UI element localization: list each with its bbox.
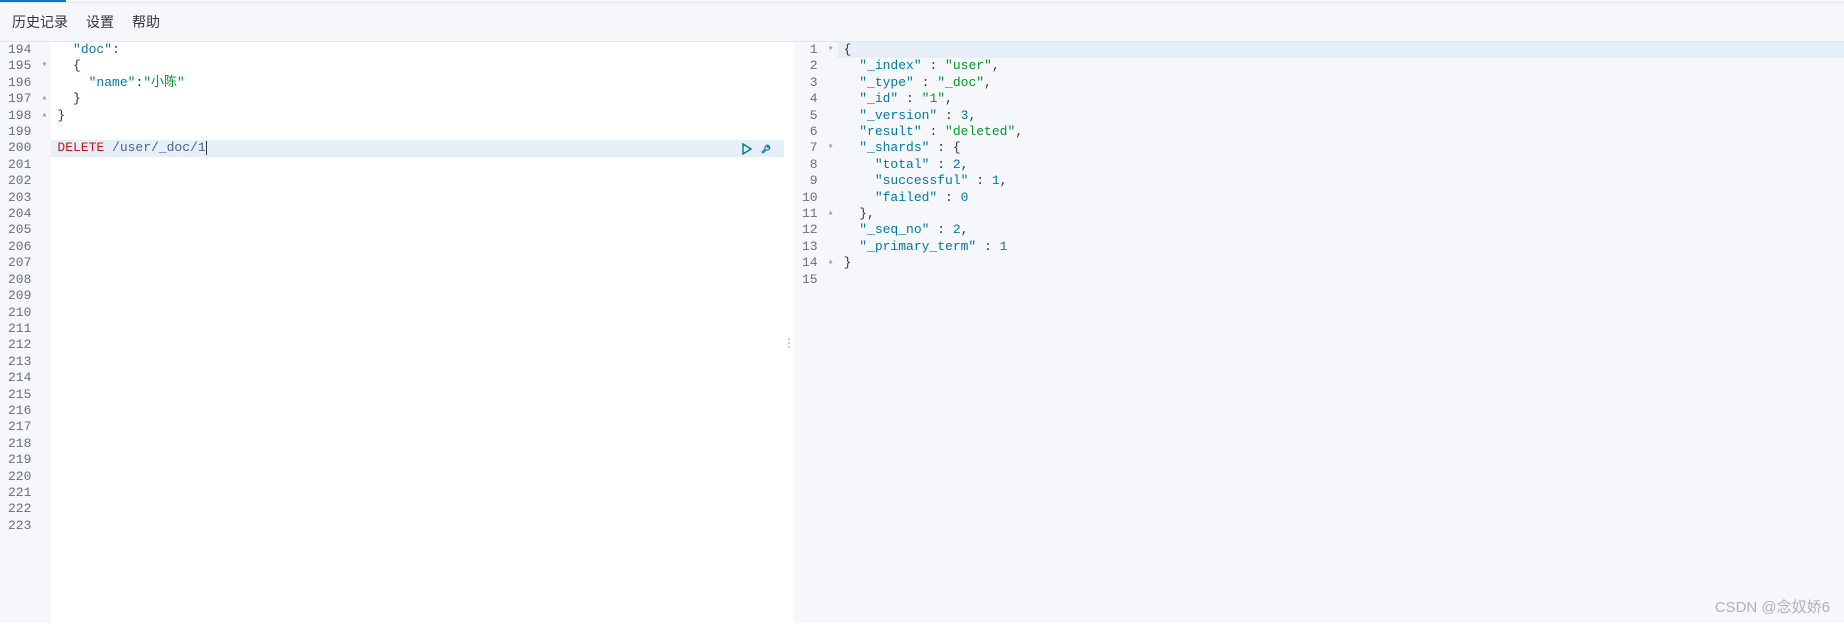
code-line[interactable]: DELETE /user/_doc/1 — [57, 140, 784, 156]
watermark: CSDN @念奴娇6 — [1715, 596, 1830, 617]
request-editor[interactable]: 194 195 196 197 198 199 200 201 202 203 … — [0, 42, 784, 623]
code-line[interactable] — [57, 386, 784, 402]
code-line[interactable] — [57, 403, 784, 419]
code-line[interactable] — [57, 452, 784, 468]
code-line[interactable]: "doc": — [57, 42, 784, 58]
toolbar-settings[interactable]: 设置 — [86, 12, 114, 32]
response-line-gutter: 1 2 3 4 5 6 7 8 9 10 11 12 13 14 15 — [794, 42, 824, 623]
code-line[interactable]: } — [57, 108, 784, 124]
code-line[interactable] — [57, 517, 784, 533]
code-line[interactable] — [57, 288, 784, 304]
code-line: "failed" : 0 — [844, 190, 1844, 206]
code-line: }, — [844, 206, 1844, 222]
code-line[interactable] — [57, 190, 784, 206]
toolbar-history[interactable]: 历史记录 — [12, 12, 68, 32]
code-line: } — [844, 255, 1844, 271]
response-code: { "_index" : "user", "_type" : "_doc", "… — [838, 42, 1844, 623]
code-line[interactable]: } — [57, 91, 784, 107]
response-fold-gutter: ▾ ▾ ▴ ▴ — [824, 42, 838, 623]
code-line[interactable] — [57, 370, 784, 386]
code-line: "result" : "deleted", — [844, 124, 1844, 140]
code-line: { — [844, 42, 1844, 58]
toolbar-help[interactable]: 帮助 — [132, 12, 160, 32]
code-line[interactable] — [57, 468, 784, 484]
code-line[interactable] — [57, 271, 784, 287]
response-viewer[interactable]: 1 2 3 4 5 6 7 8 9 10 11 12 13 14 15 ▾ ▾ … — [794, 42, 1844, 623]
code-line[interactable]: { — [57, 58, 784, 74]
code-line: "_primary_term" : 1 — [844, 239, 1844, 255]
code-line: "_type" : "_doc", — [844, 75, 1844, 91]
code-line[interactable]: "name":"小陈" — [57, 75, 784, 91]
code-line[interactable] — [57, 206, 784, 222]
code-line[interactable] — [57, 173, 784, 189]
code-line[interactable] — [57, 337, 784, 353]
request-fold-gutter: ▾ ▴ ▴ — [37, 42, 51, 623]
request-code[interactable]: "doc": { "name":"小陈" }} DELETE /user/_do… — [51, 42, 784, 623]
code-line[interactable] — [57, 124, 784, 140]
code-line: "_index" : "user", — [844, 58, 1844, 74]
request-line-gutter: 194 195 196 197 198 199 200 201 202 203 … — [0, 42, 37, 623]
code-line — [844, 271, 1844, 287]
code-line[interactable] — [57, 419, 784, 435]
editor-panes: 194 195 196 197 198 199 200 201 202 203 … — [0, 42, 1844, 623]
code-line[interactable] — [57, 435, 784, 451]
code-line[interactable] — [57, 485, 784, 501]
code-line[interactable] — [57, 239, 784, 255]
code-line[interactable] — [57, 222, 784, 238]
run-icon[interactable] — [740, 142, 754, 156]
wrench-icon[interactable] — [760, 142, 774, 156]
code-line[interactable] — [57, 304, 784, 320]
code-line: "total" : 2, — [844, 157, 1844, 173]
code-line: "_version" : 3, — [844, 108, 1844, 124]
code-line: "_shards" : { — [844, 140, 1844, 156]
code-line: "_id" : "1", — [844, 91, 1844, 107]
pane-splitter[interactable]: ⋮ — [784, 42, 794, 623]
code-line[interactable] — [57, 157, 784, 173]
toolbar: 历史记录 设置 帮助 — [0, 3, 1844, 42]
code-line[interactable] — [57, 255, 784, 271]
code-line[interactable] — [57, 501, 784, 517]
code-line[interactable] — [57, 321, 784, 337]
code-line[interactable] — [57, 353, 784, 369]
code-line: "successful" : 1, — [844, 173, 1844, 189]
code-line: "_seq_no" : 2, — [844, 222, 1844, 238]
